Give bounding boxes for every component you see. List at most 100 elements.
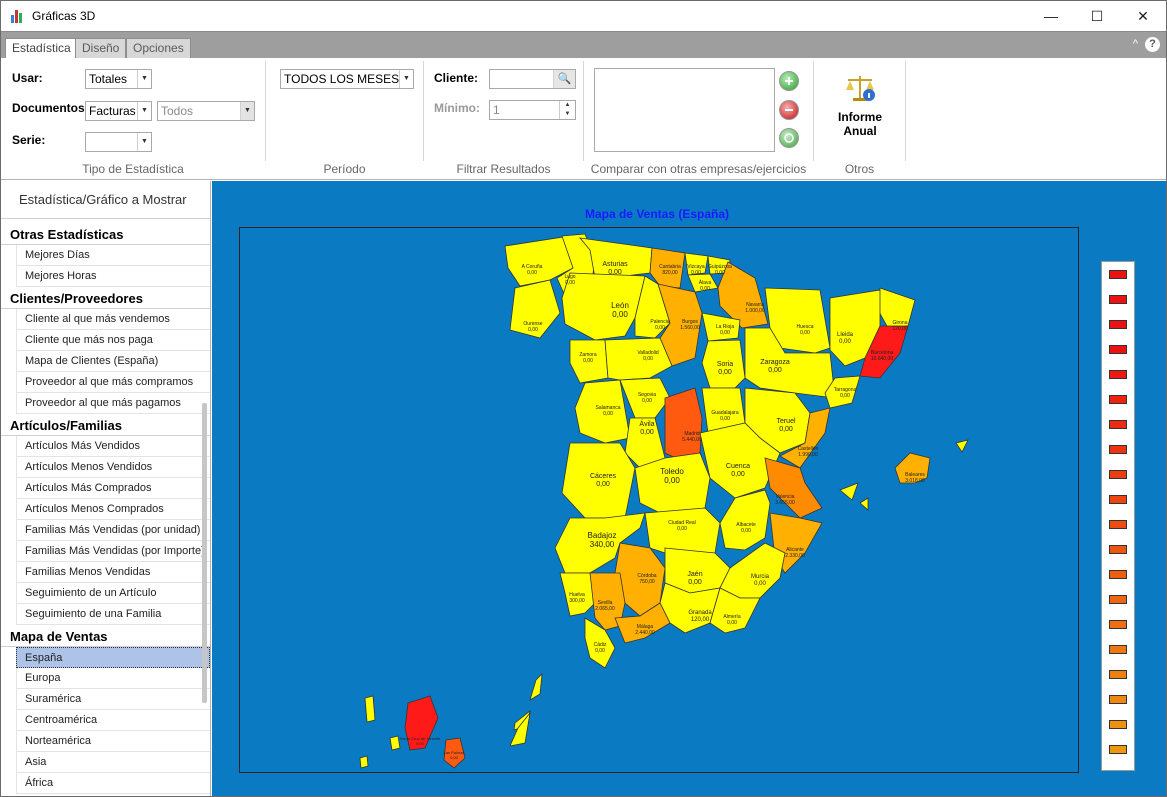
province-name-label: Jaén xyxy=(687,571,702,578)
close-button[interactable]: ✕ xyxy=(1120,1,1166,31)
province-value-label: 0,00 xyxy=(840,393,850,399)
tab-diseno[interactable]: Diseño xyxy=(75,38,127,59)
province-value-label: 120,00 xyxy=(892,326,908,332)
add-compare-icon[interactable] xyxy=(779,71,799,91)
province-name-label: Soria xyxy=(717,361,733,368)
province-name-label: León xyxy=(611,301,629,310)
sidebar-item[interactable]: Seguimiento de una Familia xyxy=(16,604,210,625)
province-shape[interactable] xyxy=(764,457,823,519)
minimize-button[interactable]: — xyxy=(1028,1,1074,31)
island-shape xyxy=(859,497,869,511)
sidebar-item[interactable]: Cliente al que más vendemos xyxy=(16,309,210,330)
serie-label: Serie: xyxy=(12,133,46,147)
informe-anual-button[interactable]: Informe Anual xyxy=(829,70,891,150)
island-shape xyxy=(359,755,369,769)
chart-app-icon xyxy=(11,9,25,23)
sidebar-section[interactable]: Clientes/Proveedores xyxy=(1,287,210,309)
legend-swatch xyxy=(1109,295,1127,304)
province-value-label: 0,00 xyxy=(603,411,613,417)
province-shape[interactable] xyxy=(604,337,673,381)
maximize-button[interactable]: ☐ xyxy=(1074,1,1120,31)
search-icon[interactable]: 🔍 xyxy=(553,70,575,88)
sidebar-item[interactable]: África xyxy=(16,773,210,794)
refresh-compare-icon[interactable] xyxy=(779,128,799,148)
sidebar-item[interactable]: Suramérica xyxy=(16,689,210,710)
periodo-select[interactable]: TODOS LOS MESES ▼ xyxy=(280,69,414,89)
sidebar-item[interactable]: Familias Menos Vendidas xyxy=(16,562,210,583)
collapse-ribbon-icon[interactable]: ^ xyxy=(1133,38,1138,50)
sidebar-item[interactable]: Proveedor al que más compramos xyxy=(16,372,210,393)
province-shape[interactable] xyxy=(719,542,786,599)
balance-scale-icon xyxy=(846,76,875,101)
province-value-label: 0,00 xyxy=(642,398,652,404)
sidebar-section[interactable]: Artículos/Familias xyxy=(1,414,210,436)
periodo-value: TODOS LOS MESES xyxy=(284,72,400,86)
sidebar-item[interactable]: Seguimiento de un Artículo xyxy=(16,583,210,604)
province-value-label: 10.640,00 xyxy=(871,356,893,362)
sidebar-item[interactable]: Asia xyxy=(16,752,210,773)
island-shape xyxy=(839,482,859,501)
sidebar-section[interactable]: Mapa de Ventas xyxy=(1,625,210,647)
anual-label: Anual xyxy=(843,124,877,138)
sidebar-scrollbar[interactable] xyxy=(202,403,207,703)
help-icon[interactable]: ? xyxy=(1145,37,1160,52)
documentos-filter-select[interactable]: Todos ▼ xyxy=(157,101,255,121)
sidebar-item[interactable]: Mapa de Clientes (España) xyxy=(16,351,210,372)
title-bar: Gráficas 3D — ☐ ✕ xyxy=(1,1,1166,31)
documentos-filter-value: Todos xyxy=(161,104,194,118)
province-name-label: Zaragoza xyxy=(760,359,790,366)
province-value-label: 2.440,00 xyxy=(635,630,655,636)
sidebar-item[interactable]: Mejores Días xyxy=(16,245,210,266)
cliente-input[interactable]: 🔍 xyxy=(489,69,576,89)
legend-swatch xyxy=(1109,495,1127,504)
serie-select[interactable]: ▼ xyxy=(85,132,152,152)
sidebar-item[interactable]: Artículos Menos Comprados xyxy=(16,499,210,520)
stepper-arrows-icon[interactable]: ▲ ▼ xyxy=(559,101,575,119)
province-name-label: Murcia xyxy=(751,574,770,580)
sidebar-item[interactable]: Familias Más Vendidas (por Importe) xyxy=(16,541,210,562)
legend-swatch xyxy=(1109,670,1127,679)
sidebar-item[interactable]: Mejores Horas xyxy=(16,266,210,287)
province-value-label: 0,00 xyxy=(608,269,622,276)
sidebar-item[interactable]: Proveedor al que más pagamos xyxy=(16,393,210,414)
island-shape xyxy=(955,439,969,453)
minimo-stepper[interactable]: 1 ▲ ▼ xyxy=(489,100,576,120)
sidebar-item[interactable]: Artículos Más Vendidos xyxy=(16,436,210,457)
minimo-label: Mínimo: xyxy=(434,101,480,115)
documentos-select[interactable]: Facturas ▼ xyxy=(85,101,152,121)
province-name-label: Cuenca xyxy=(726,463,750,470)
legend-swatch xyxy=(1109,470,1127,479)
province-value-label: 0,00 xyxy=(800,330,810,336)
legend-swatch xyxy=(1109,395,1127,404)
sidebar-item[interactable]: Familias Más Vendidas (por unidad) xyxy=(16,520,210,541)
remove-compare-icon[interactable] xyxy=(779,100,799,120)
group-divider xyxy=(813,61,814,161)
sidebar-item[interactable]: España xyxy=(16,647,210,668)
compare-list[interactable] xyxy=(594,68,775,152)
sidebar-item[interactable]: Artículos Menos Vendidos xyxy=(16,457,210,478)
province-value-label: 750,00 xyxy=(639,579,655,585)
province-name-label: Lleida xyxy=(837,332,854,338)
legend-swatch xyxy=(1109,570,1127,579)
sidebar-section[interactable]: Otras Estadísticas xyxy=(1,223,210,245)
province-value-label: 0,00 xyxy=(754,581,766,587)
tab-estadistica[interactable]: Estadística xyxy=(5,38,78,60)
province-value-label: 0,00 xyxy=(595,648,605,654)
sidebar-item[interactable]: Norteamérica xyxy=(16,731,210,752)
chart-area: Mapa de Ventas (España) A Coruña 0,00 Lugo… xyxy=(212,181,1166,796)
chevron-down-icon: ▼ xyxy=(399,70,413,88)
province-name-label: Granada xyxy=(688,610,712,616)
usar-select[interactable]: Totales ▼ xyxy=(85,69,152,89)
province-shape[interactable] xyxy=(719,489,771,551)
sidebar-item[interactable]: Centroamérica xyxy=(16,710,210,731)
province-shape[interactable] xyxy=(664,387,703,461)
chevron-down-icon: ▼ xyxy=(240,102,254,120)
province-value-label: 0,00 xyxy=(688,579,702,586)
sidebar-item[interactable]: Cliente que más nos paga xyxy=(16,330,210,351)
spain-sales-map[interactable]: A Coruña0,00Lugo0,00Asturias0,00Cantabri… xyxy=(240,228,1080,774)
sidebar-item[interactable]: Europa xyxy=(16,668,210,689)
province-value-label: 1.560,00 xyxy=(680,325,700,331)
tab-opciones[interactable]: Opciones xyxy=(126,38,191,59)
sidebar-item[interactable]: Artículos Más Comprados xyxy=(16,478,210,499)
app-window: Gráficas 3D — ☐ ✕ Estadística Diseño Opc… xyxy=(0,0,1167,797)
